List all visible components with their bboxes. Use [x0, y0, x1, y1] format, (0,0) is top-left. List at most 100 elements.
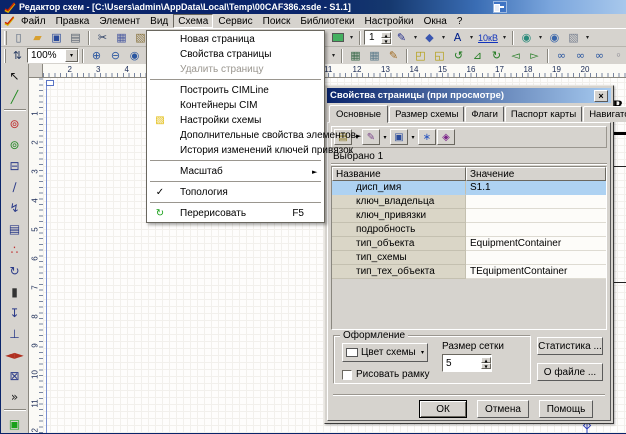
flip-vertical-button[interactable]: ▻: [525, 48, 544, 64]
menu-item-new-page[interactable]: Новая страница: [148, 32, 323, 47]
image-frame-tool[interactable]: ⊠: [3, 365, 27, 386]
new-button[interactable]: ▯: [9, 30, 28, 46]
spin-down-icon[interactable]: ▼: [381, 38, 391, 44]
menubar-item-windows[interactable]: Окна: [419, 14, 452, 28]
background-image-button[interactable]: ▧: [564, 30, 583, 46]
chevron-down-icon[interactable]: ▾: [347, 30, 356, 46]
menubar-item-view[interactable]: Вид: [145, 14, 173, 28]
dialog-titlebar[interactable]: Свойства страницы (при просмотре) ×: [327, 88, 611, 103]
line-width-spinner[interactable]: 1▲▼: [364, 30, 392, 45]
find-all-button[interactable]: ∞: [590, 48, 609, 64]
ground-tool[interactable]: ⊥: [3, 323, 27, 344]
menubar-item-libraries[interactable]: Библиотеки: [295, 14, 359, 28]
menu-item-scale[interactable]: Масштаб►: [148, 164, 323, 179]
meter-tool[interactable]: ▤: [3, 218, 27, 239]
property-row[interactable]: подробность: [332, 223, 606, 237]
tab-navigator[interactable]: Навигатор: [583, 106, 626, 122]
chevron-down-icon[interactable]: ▾: [329, 48, 338, 64]
find-next-button[interactable]: ∞: [571, 48, 590, 64]
property-row[interactable]: тип_объектаEquipmentContainer: [332, 237, 606, 251]
stamp-node-element[interactable]: ▣: [3, 413, 27, 433]
disconnector-tool[interactable]: ↯: [3, 197, 27, 218]
key-link-button[interactable]: ∗: [418, 129, 436, 145]
find-button[interactable]: ∞: [552, 48, 571, 64]
arrow-link-tool[interactable]: ↧: [3, 302, 27, 323]
transformer-tool[interactable]: ∴: [3, 239, 27, 260]
tab-main[interactable]: Основные: [329, 105, 388, 123]
cim-colors-button[interactable]: ◉: [517, 30, 536, 46]
format-brush-button[interactable]: ✎: [384, 48, 403, 64]
chevron-down-icon[interactable]: ▾: [381, 129, 389, 145]
menubar-item-help[interactable]: ?: [452, 14, 468, 28]
menu-item-build-cimline[interactable]: Построить CIMLine: [148, 83, 323, 98]
battery-tool[interactable]: ▮: [3, 281, 27, 302]
statistics-button[interactable]: Статистика ...: [537, 337, 603, 355]
menu-item-extra-element-properties[interactable]: Дополнительные свойства элементов►: [148, 128, 323, 143]
ok-button[interactable]: ОК: [419, 400, 467, 418]
menubar-item-element[interactable]: Элемент: [94, 14, 145, 28]
titlebar-pin-button[interactable]: [493, 1, 507, 13]
zoom-actual-button[interactable]: ◉: [125, 48, 144, 64]
voltage-class-button[interactable]: 10кВ: [476, 30, 500, 46]
document-logo-icon[interactable]: [2, 14, 16, 28]
line-tool[interactable]: ╱: [3, 86, 27, 107]
busbar-tool[interactable]: ⊟: [3, 155, 27, 176]
menu-item-topology[interactable]: ✓Топология: [148, 185, 323, 200]
draw-frame-checkbox[interactable]: [342, 370, 352, 380]
spinner-buttons[interactable]: ▲▼: [481, 357, 491, 369]
menubar-item-edit[interactable]: Правка: [51, 14, 95, 28]
chevron-down-icon[interactable]: ▾: [439, 30, 448, 46]
spin-down-icon[interactable]: ▼: [481, 363, 491, 369]
fill-color-swatch-button[interactable]: [328, 30, 347, 46]
table-button[interactable]: ▦: [346, 48, 365, 64]
fill-style-button[interactable]: ◆: [420, 30, 439, 46]
chevron-down-icon[interactable]: ▾: [536, 30, 545, 46]
bring-front-button[interactable]: ◰: [411, 48, 430, 64]
menubar-item-settings[interactable]: Настройки: [360, 14, 419, 28]
tab-flags[interactable]: Флаги: [465, 106, 504, 122]
menubar-item-file[interactable]: Файл: [16, 14, 51, 28]
menubar-item-search[interactable]: Поиск: [258, 14, 296, 28]
chevron-down-icon[interactable]: ▾: [411, 30, 420, 46]
rotate-left-button[interactable]: ↺: [449, 48, 468, 64]
menu-item-binding-keys-history[interactable]: История изменений ключей привязок: [148, 143, 323, 158]
about-file-button[interactable]: О файле ...: [537, 363, 603, 381]
scheme-color-button[interactable]: Цвет схемы ▾: [342, 343, 428, 362]
save-button[interactable]: ▣: [47, 30, 66, 46]
zoom-out-button[interactable]: ⊖: [106, 48, 125, 64]
select-tool[interactable]: ↖: [3, 65, 27, 86]
chevron-down-icon[interactable]: ▾: [467, 30, 476, 46]
copy-button[interactable]: ▦: [112, 30, 131, 46]
chevron-down-icon[interactable]: ▾: [583, 30, 592, 46]
pen-style-button[interactable]: ✎: [392, 30, 411, 46]
tab-map-passport[interactable]: Паспорт карты: [505, 106, 582, 122]
cancel-button[interactable]: Отмена: [477, 400, 529, 418]
menu-item-page-properties[interactable]: Свойства страницы: [148, 47, 323, 62]
tab-scheme-size[interactable]: Размер схемы: [389, 106, 464, 122]
grid-size-spinner[interactable]: 5 ▲▼: [442, 354, 492, 372]
property-row[interactable]: ключ_привязки: [332, 209, 606, 223]
zoom-in-button[interactable]: ⊕: [87, 48, 106, 64]
node-red-tool[interactable]: ⊚: [3, 113, 27, 134]
rotary-machine-tool[interactable]: ↻: [3, 260, 27, 281]
font-color-button[interactable]: A: [448, 30, 467, 46]
send-back-button[interactable]: ◱: [430, 48, 449, 64]
scale-mode-button[interactable]: ⇅: [8, 48, 27, 64]
table-edit-button[interactable]: ▦: [365, 48, 384, 64]
menu-item-cim-containers[interactable]: Контейнеры CIM: [148, 98, 323, 113]
chevron-down-icon[interactable]: ▾: [500, 30, 509, 46]
flag-tool[interactable]: ◄►: [3, 344, 27, 365]
property-row[interactable]: дисп_имяS1.1: [332, 181, 606, 195]
toolbar-grip[interactable]: [4, 49, 6, 63]
help-book-button[interactable]: ◈: [437, 129, 455, 145]
chevron-down-icon[interactable]: ▾: [409, 129, 417, 145]
help-button[interactable]: Помощь: [539, 400, 593, 418]
menu-item-scheme-settings[interactable]: ▧Настройки схемы: [148, 113, 323, 128]
toolbar-grip[interactable]: [4, 31, 7, 45]
skew-button[interactable]: ⊿: [468, 48, 487, 64]
chevron-down-icon[interactable]: ▾: [65, 49, 78, 62]
node-green-tool[interactable]: ⊚: [3, 134, 27, 155]
world-map-button[interactable]: ◉: [545, 30, 564, 46]
menubar-item-scheme[interactable]: Схема: [173, 14, 213, 28]
spinner-buttons[interactable]: ▲▼: [381, 32, 391, 44]
